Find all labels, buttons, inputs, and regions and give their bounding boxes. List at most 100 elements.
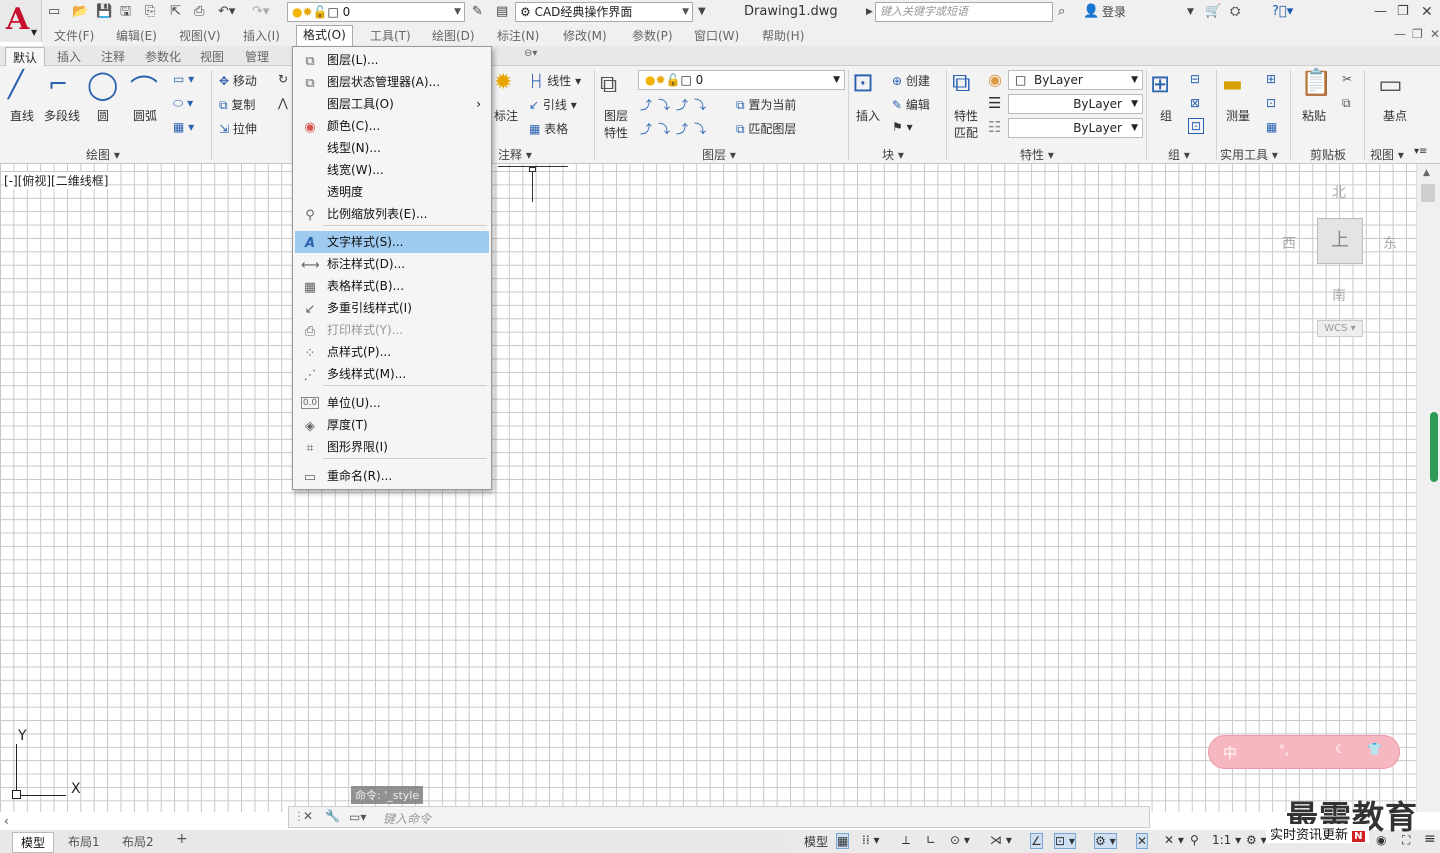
cut-icon[interactable]: ✂ xyxy=(1342,72,1352,86)
wcs-menu[interactable]: WCS ▾ xyxy=(1317,320,1363,337)
calc-icon[interactable]: ▤ xyxy=(496,3,508,21)
base-view-icon[interactable]: ▭ xyxy=(1378,70,1403,100)
chevron-down-icon[interactable]: ▼ xyxy=(1187,3,1194,21)
select-all-icon[interactable]: ⊡ xyxy=(1266,96,1276,110)
tab-insert[interactable]: 插入 xyxy=(57,48,81,65)
arc-tool-icon[interactable]: ⌒ xyxy=(130,68,158,108)
minimize-icon[interactable]: — xyxy=(1374,3,1387,21)
polyline-tool-icon[interactable]: ⌐ xyxy=(48,70,68,98)
circle-button[interactable]: 圆 xyxy=(97,107,109,124)
menu-format[interactable]: 格式(O) xyxy=(296,25,353,46)
line-tool-icon[interactable]: ╱ xyxy=(8,70,24,100)
ime-lang-icon[interactable]: 中 xyxy=(1223,743,1237,763)
user-icon[interactable]: 👤 xyxy=(1083,3,1099,21)
object-snap-tracking-icon[interactable]: ∠ xyxy=(1030,833,1043,849)
layer-properties-button[interactable]: 图层 xyxy=(604,107,628,124)
layer-tools-row1[interactable]: ⤴⤵⤴⤵ xyxy=(640,96,712,113)
format-menu-item[interactable]: 0.0 单位(U)... xyxy=(295,392,489,414)
app-menu-button[interactable]: A ▼ xyxy=(0,0,42,42)
copy-button[interactable]: ⧉ 复制 xyxy=(219,96,255,113)
panel-title-draw[interactable]: 绘图 ▾ xyxy=(86,146,120,163)
tab-parametric[interactable]: 参数化 xyxy=(145,48,181,65)
stretch-button[interactable]: ⇲ 拉伸 xyxy=(219,120,257,137)
paste-icon[interactable]: 📋 xyxy=(1300,68,1332,98)
linetype-dropdown[interactable]: ByLayer ▼ xyxy=(1008,118,1143,138)
isodraft-icon[interactable]: ⋊ ▾ xyxy=(990,833,1012,847)
layer-dropdown[interactable]: ●✹🔓□ 0 ▼ xyxy=(638,70,845,90)
group-button[interactable]: 组 xyxy=(1160,107,1172,124)
layer-combo[interactable]: ●✹🔓□ 0 ▼ xyxy=(287,2,465,22)
format-menu-item[interactable]: ⟷ 标注样式(D)... xyxy=(295,253,489,275)
base-view-button[interactable]: 基点 xyxy=(1383,107,1407,124)
match-properties-button[interactable]: 特性 xyxy=(954,107,978,124)
caret-right-icon[interactable]: ▶ xyxy=(866,3,873,21)
match-prop-icon[interactable]: ✎ xyxy=(472,3,483,21)
print-icon[interactable]: ⎙ xyxy=(194,3,204,21)
polyline-button[interactable]: 多段线 xyxy=(44,107,80,124)
customize-icon[interactable]: 🔧 xyxy=(325,809,340,823)
a360-icon[interactable]: ⛭ xyxy=(1230,3,1240,21)
annotation-visibility-icon[interactable]: ⚙ ▾ xyxy=(1094,833,1117,849)
format-menu-item[interactable]: ▦ 表格样式(B)... xyxy=(295,275,489,297)
tab-annotate[interactable]: 注释 xyxy=(101,48,125,65)
rotate-icon[interactable]: ↻ xyxy=(278,72,288,86)
format-menu-item[interactable]: ⁘ 点样式(P)... xyxy=(295,341,489,363)
edit-block-button[interactable]: ✎ 编辑 xyxy=(892,96,930,113)
panel-title-layers[interactable]: 图层 ▾ xyxy=(702,146,736,163)
restore-icon[interactable]: ❐ xyxy=(1397,3,1409,21)
panel-title-block[interactable]: 块 ▾ xyxy=(882,146,904,163)
group-icon[interactable]: ⊞ xyxy=(1150,70,1170,98)
annotation-scale-icon[interactable]: ✕ ▾ xyxy=(1164,833,1184,847)
ime-moon-icon[interactable]: ☾ xyxy=(1335,742,1346,756)
menu-file[interactable]: 文件(F) xyxy=(54,27,94,44)
color-dropdown[interactable]: □ ByLayer ▼ xyxy=(1008,70,1143,90)
tab-default[interactable]: 默认 xyxy=(5,47,46,67)
save-as-icon[interactable]: 🖫 xyxy=(120,3,131,21)
scroll-thumb[interactable] xyxy=(1421,184,1435,202)
table-button[interactable]: ▦ 表格 xyxy=(529,120,568,137)
format-menu-item[interactable]: ▭ 重命名(R)... xyxy=(295,465,489,487)
format-menu-item[interactable]: ⎙ 打印样式(Y)... xyxy=(295,319,489,341)
undo-icon[interactable]: ↶▾ xyxy=(218,3,235,21)
arc-button[interactable]: 圆弧 xyxy=(133,107,157,124)
format-menu-item[interactable]: ⧉ 图层状态管理器(A)... xyxy=(295,71,489,93)
polar-icon[interactable]: ⊙ ▾ xyxy=(950,833,970,847)
dimension-button[interactable]: 标注 xyxy=(494,107,518,124)
viewcube-top-face[interactable]: 上 xyxy=(1317,218,1363,264)
group-edit-icon[interactable]: ⊠ xyxy=(1190,96,1200,110)
format-menu-item[interactable]: ↙ 多重引线样式(I) xyxy=(295,297,489,319)
format-menu-item[interactable]: ◉ 颜色(C)... xyxy=(295,115,489,137)
quick-select-icon[interactable]: ⊞ xyxy=(1266,72,1276,86)
customization-menu-icon[interactable]: ≡ xyxy=(1424,831,1436,847)
command-line[interactable]: ⋮ ✕ 🔧 ▭▾ 键入命令 xyxy=(288,806,1150,828)
save-icon[interactable]: 💾 xyxy=(96,3,112,21)
web-icon[interactable]: ⎘ xyxy=(145,3,155,21)
navigation-handle[interactable] xyxy=(1430,412,1438,482)
redo-icon[interactable]: ↷▾ xyxy=(252,3,269,21)
measure-button[interactable]: 测量 xyxy=(1226,107,1250,124)
add-layout-icon[interactable]: + xyxy=(168,830,196,848)
viewport-controls[interactable]: [-][俯视][二维线框] xyxy=(4,172,109,189)
panel-title-groups[interactable]: 组 ▾ xyxy=(1168,146,1190,163)
panel-title-annotation[interactable]: 注释 ▾ xyxy=(498,146,532,163)
ime-toolbar[interactable]: 中 °, ☾ 👕 xyxy=(1208,735,1400,769)
workspace-combo[interactable]: ⚙ CAD经典操作界面 ▼ xyxy=(515,2,693,22)
tab-view[interactable]: 视图 xyxy=(200,48,224,65)
viewcube-south[interactable]: 南 xyxy=(1332,285,1346,305)
object-snap-icon[interactable]: ⊡ ▾ xyxy=(1054,833,1076,849)
tab-layout1[interactable]: 布局1 xyxy=(60,832,108,851)
calculator-icon[interactable]: ▦ xyxy=(1266,120,1277,134)
menu-help[interactable]: 帮助(H) xyxy=(762,27,804,44)
menu-parametric[interactable]: 参数(P) xyxy=(632,27,673,44)
plot-publish-icon[interactable]: ⇱ xyxy=(170,3,181,21)
ortho-icon[interactable]: ∟ xyxy=(926,833,936,847)
ungroup-icon[interactable]: ⊟ xyxy=(1190,72,1200,86)
qa-customize-icon[interactable]: ▼ xyxy=(698,3,706,21)
measure-icon[interactable]: ▬ xyxy=(1222,72,1243,97)
linear-dim-button[interactable]: ├┤ 线性 ▾ xyxy=(529,72,581,89)
ribbon-expand-icon[interactable]: ▾≡ xyxy=(1414,146,1427,157)
command-input[interactable]: 键入命令 xyxy=(383,810,431,827)
hscroll-left-icon[interactable]: ‹ xyxy=(4,814,9,828)
format-menu-item[interactable]: 透明度 xyxy=(295,181,489,203)
panel-title-clipboard[interactable]: 剪贴板 xyxy=(1310,146,1346,163)
